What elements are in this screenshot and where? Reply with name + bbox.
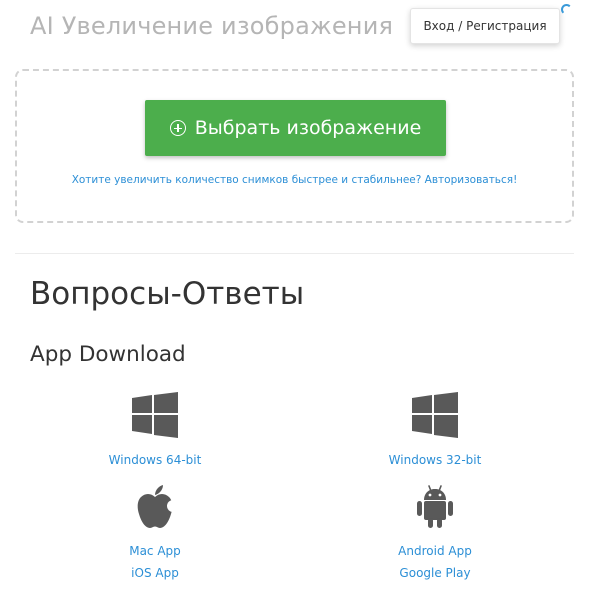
download-windows-64[interactable]: Windows 64-bit	[55, 392, 255, 467]
faq-heading: Вопросы-Ответы	[30, 276, 305, 312]
section-divider	[15, 253, 574, 254]
apple-icon	[137, 485, 175, 528]
upload-dropzone[interactable]: Выбрать изображение Хотите увеличить кол…	[15, 69, 574, 223]
windows-32-link[interactable]: Windows 32-bit	[335, 453, 535, 467]
app-download-heading: App Download	[30, 342, 186, 367]
windows-icon	[132, 392, 178, 438]
download-apple[interactable]: Mac App iOS App	[55, 484, 255, 580]
android-app-link[interactable]: Android App	[335, 544, 535, 558]
choose-image-label: Выбрать изображение	[194, 117, 422, 139]
app-title: AI Увеличение изображения	[30, 12, 394, 40]
mac-app-link[interactable]: Mac App	[55, 544, 255, 558]
download-windows-32[interactable]: Windows 32-bit	[335, 392, 535, 467]
windows-64-link[interactable]: Windows 64-bit	[55, 453, 255, 467]
android-icon	[417, 485, 453, 528]
add-circle-icon	[169, 120, 186, 136]
login-hint-link[interactable]: Хотите увеличить количество снимков быст…	[17, 174, 572, 186]
windows-icon	[412, 392, 458, 438]
download-android[interactable]: Android App Google Play	[335, 484, 535, 580]
loading-spinner-icon	[561, 4, 572, 15]
ios-app-link[interactable]: iOS App	[55, 566, 255, 580]
login-register-button[interactable]: Вход / Регистрация	[410, 8, 560, 44]
google-play-link[interactable]: Google Play	[335, 566, 535, 580]
choose-image-button[interactable]: Выбрать изображение	[145, 100, 446, 156]
